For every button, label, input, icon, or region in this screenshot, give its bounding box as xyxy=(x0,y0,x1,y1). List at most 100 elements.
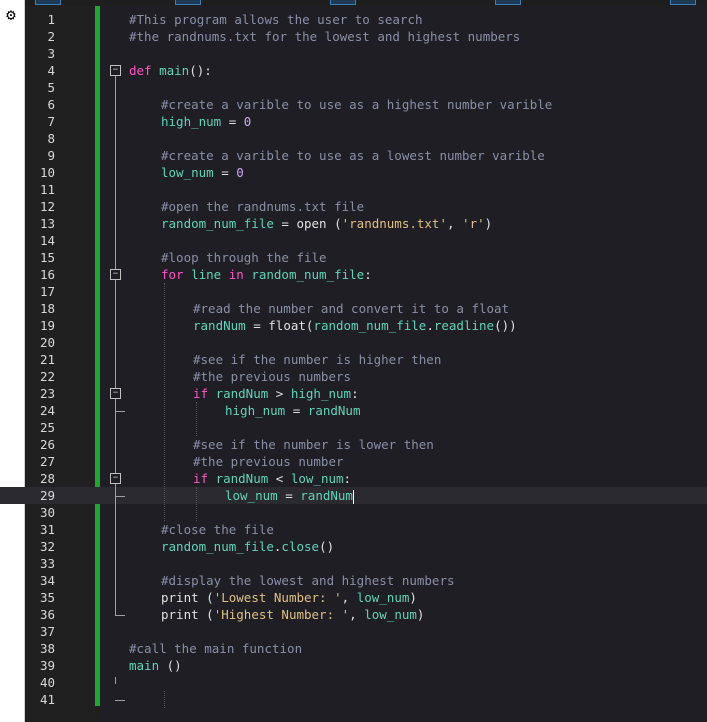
code-line[interactable]: 39 main () xyxy=(0,657,707,674)
code-text[interactable]: #create a varible to use as a highest nu… xyxy=(161,96,552,113)
code-text[interactable]: randNum = float(random_num_file.readline… xyxy=(193,317,517,334)
tab-indicator[interactable] xyxy=(330,0,356,5)
code-text[interactable]: #loop through the file xyxy=(161,249,327,266)
tab-indicator[interactable] xyxy=(35,0,61,5)
code-line[interactable]: 29 low_num = randNum xyxy=(0,487,707,504)
code-token: low_num xyxy=(225,488,278,503)
code-line[interactable]: 24 high_num = randNum xyxy=(0,402,707,419)
code-text[interactable]: #open the randnums.txt file xyxy=(161,198,364,215)
code-token: close xyxy=(281,539,320,554)
code-token: random_num_file xyxy=(251,267,365,282)
code-line[interactable]: 10 low_num = 0 xyxy=(0,164,707,181)
code-line[interactable]: 16 for line in random_num_file: xyxy=(0,266,707,283)
collapse-box-icon[interactable]: − xyxy=(110,65,121,76)
code-text[interactable]: #call the main function xyxy=(129,640,302,657)
code-line[interactable]: 36 print ('Highest Number: ', low_num) xyxy=(0,606,707,623)
code-text[interactable]: low_num = randNum xyxy=(225,487,354,504)
code-line[interactable]: 25 xyxy=(0,419,707,436)
code-line[interactable]: 31 #close the file xyxy=(0,521,707,538)
line-number: 24 xyxy=(39,403,55,418)
code-text[interactable]: #display the lowest and highest numbers xyxy=(161,572,455,589)
code-line[interactable]: 37 xyxy=(0,623,707,640)
code-line[interactable]: 32 random_num_file.close() xyxy=(0,538,707,555)
code-line[interactable]: 4 def main(): xyxy=(0,62,707,79)
code-text[interactable]: high_num = randNum xyxy=(225,402,360,419)
code-text[interactable]: #see if the number is higher then xyxy=(193,351,441,368)
code-text[interactable]: if randNum > high_num: xyxy=(193,385,359,402)
code-line[interactable]: 8 xyxy=(0,130,707,147)
code-token: randNum xyxy=(215,471,269,486)
code-text[interactable]: if randNum < low_num: xyxy=(193,470,351,487)
code-text[interactable]: #see if the number is lower then xyxy=(193,436,434,453)
tab-indicator[interactable] xyxy=(670,0,696,5)
code-line[interactable]: 23 if randNum > high_num: xyxy=(0,385,707,402)
code-token: high_num xyxy=(290,386,352,401)
code-line[interactable]: 1 #This program allows the user to search xyxy=(0,11,707,28)
code-text[interactable]: #read the number and convert it to a flo… xyxy=(193,300,509,317)
code-line[interactable]: 34 #display the lowest and highest number… xyxy=(0,572,707,589)
code-line[interactable]: 30 xyxy=(0,504,707,521)
code-text[interactable]: main () xyxy=(129,657,182,674)
collapse-box-icon[interactable]: − xyxy=(110,473,121,484)
code-text[interactable]: for line in random_num_file: xyxy=(161,266,372,283)
code-line[interactable]: 38 #call the main function xyxy=(0,640,707,657)
code-line[interactable]: 20 xyxy=(0,334,707,351)
code-line[interactable]: 12 #open the randnums.txt file xyxy=(0,198,707,215)
tab-indicator[interactable] xyxy=(175,0,201,5)
code-text[interactable]: print ('Highest Number: ', low_num) xyxy=(161,606,424,623)
collapse-box-icon[interactable]: − xyxy=(110,388,121,399)
line-number: 41 xyxy=(39,692,55,707)
line-number: 5 xyxy=(47,80,55,95)
code-text[interactable]: random_num_file.close() xyxy=(161,538,334,555)
code-line[interactable]: 3 xyxy=(0,45,707,62)
code-line[interactable]: 13 random_num_file = open ('randnums.txt'… xyxy=(0,215,707,232)
code-line[interactable]: 9 #create a varible to use as a lowest nu… xyxy=(0,147,707,164)
code-line[interactable]: 2 #the randnums.txt for the lowest and hi… xyxy=(0,28,707,45)
code-line[interactable]: 26 #see if the number is lower then xyxy=(0,436,707,453)
code-text[interactable]: #the previous number xyxy=(193,453,344,470)
code-token: #the previous number xyxy=(193,454,344,469)
code-text[interactable]: low_num = 0 xyxy=(161,164,244,181)
code-line[interactable]: 19 randNum = float(random_num_file.readli… xyxy=(0,317,707,334)
code-token: = xyxy=(221,114,244,129)
code-token: : xyxy=(351,386,359,401)
code-text[interactable]: print ('Lowest Number: ', low_num) xyxy=(161,589,417,606)
code-token: line xyxy=(191,267,222,282)
line-number: 40 xyxy=(39,675,55,690)
code-text[interactable]: def main(): xyxy=(129,62,212,79)
code-line[interactable]: 28 if randNum < low_num: xyxy=(0,470,707,487)
code-token: (): xyxy=(189,63,212,78)
code-text[interactable]: high_num = 0 xyxy=(161,113,251,130)
code-line[interactable]: 18 #read the number and convert it to a f… xyxy=(0,300,707,317)
indent-guide xyxy=(164,283,165,521)
code-line[interactable]: 6 #create a varible to use as a highest n… xyxy=(0,96,707,113)
code-text[interactable]: #the randnums.txt for the lowest and hig… xyxy=(129,28,520,45)
collapse-box-icon[interactable]: − xyxy=(110,269,121,280)
code-line[interactable]: 40 xyxy=(0,674,707,691)
code-text[interactable]: #the previous numbers xyxy=(193,368,351,385)
line-number: 31 xyxy=(39,522,55,537)
line-number: 25 xyxy=(39,420,55,435)
code-line[interactable]: 11 xyxy=(0,181,707,198)
code-token: = xyxy=(285,403,308,418)
code-line[interactable]: 5 xyxy=(0,79,707,96)
code-line[interactable]: 15 #loop through the file xyxy=(0,249,707,266)
line-number: 30 xyxy=(39,505,55,520)
code-line[interactable]: 17 xyxy=(0,283,707,300)
code-line[interactable]: 27 #the previous number xyxy=(0,453,707,470)
code-line[interactable]: 33 xyxy=(0,555,707,572)
code-line[interactable]: 41 xyxy=(0,691,707,708)
code-text[interactable]: #This program allows the user to search xyxy=(129,11,423,28)
code-token: ()) xyxy=(494,318,517,333)
code-text[interactable]: #close the file xyxy=(161,521,274,538)
code-line[interactable]: 35 print ('Lowest Number: ', low_num) xyxy=(0,589,707,606)
code-line[interactable]: 21 #see if the number is higher then xyxy=(0,351,707,368)
code-text[interactable]: random_num_file = open ('randnums.txt', … xyxy=(161,215,492,232)
code-line[interactable]: 22 #the previous numbers xyxy=(0,368,707,385)
code-token: #call the main function xyxy=(129,641,303,656)
code-line[interactable]: 14 xyxy=(0,232,707,249)
code-text[interactable]: #create a varible to use as a lowest num… xyxy=(161,147,545,164)
tab-indicator[interactable] xyxy=(495,0,521,5)
code-line[interactable]: 7 high_num = 0 xyxy=(0,113,707,130)
code-token: random_num_file xyxy=(161,216,274,231)
